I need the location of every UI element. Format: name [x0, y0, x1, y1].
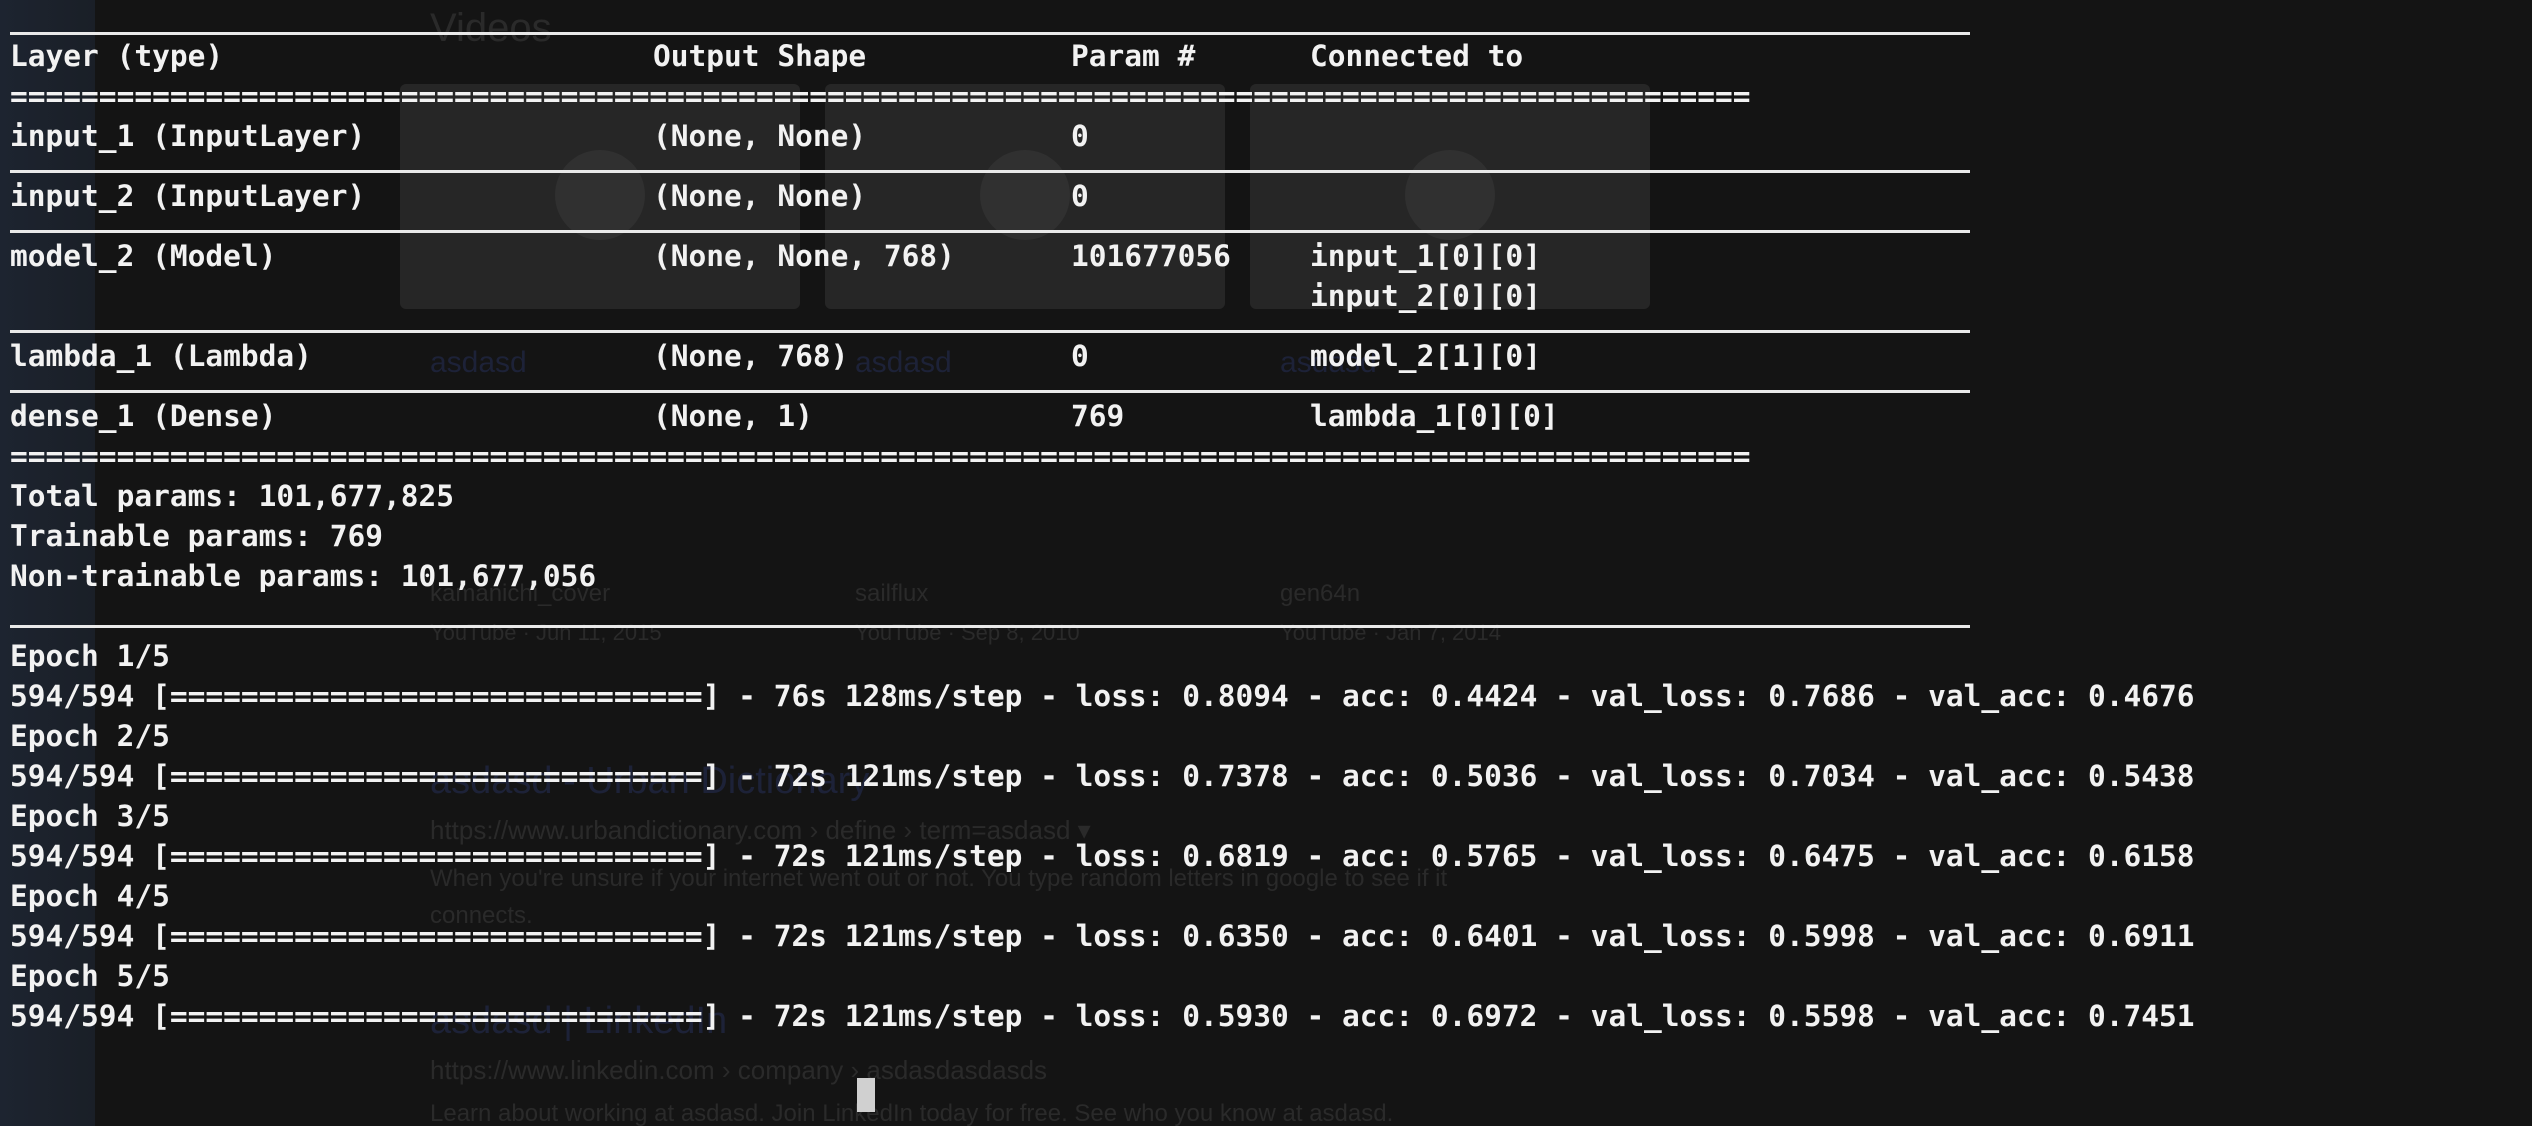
- epoch-header: Epoch 4/5: [10, 879, 170, 913]
- layer-row: input_2 (InputLayer) (None, None) 0: [10, 176, 2532, 216]
- summary-double-rule: ========================================…: [10, 439, 1751, 473]
- layer-params: 769: [1071, 399, 1125, 433]
- layer-output-shape: (None, None, 768): [653, 239, 955, 273]
- layer-output-shape: (None, None): [653, 179, 867, 213]
- layer-name: model_2 (Model): [10, 239, 277, 273]
- layer-connected-to: input_1[0][0]: [1310, 239, 1541, 273]
- layer-name: input_1 (InputLayer): [10, 119, 366, 153]
- epoch-progress: 594/594 [==============================]…: [10, 839, 2195, 873]
- total-params: Total params: 101,677,825: [10, 479, 455, 513]
- summary-top-border-line: [10, 0, 2532, 36]
- terminal-window[interactable]: Videos asdasd asdasd asdasd kamanichi_co…: [0, 0, 2532, 1126]
- layer-connected-to: model_2[1][0]: [1310, 339, 1541, 373]
- trainable-params: Trainable params: 769: [10, 519, 383, 553]
- layer-connected-to: input_2[0][0]: [1310, 279, 1541, 313]
- epoch-progress: 594/594 [==============================]…: [10, 679, 2195, 713]
- text-cursor: [856, 1078, 875, 1112]
- layer-output-shape: (None, 768): [653, 339, 849, 373]
- layer-row-continuation: input_2[0][0]: [10, 276, 2532, 316]
- summary-bottom-border-line: [10, 596, 2532, 636]
- row-separator: [10, 170, 1970, 173]
- epoch-header: Epoch 5/5: [10, 959, 170, 993]
- epoch-progress: 594/594 [==============================]…: [10, 919, 2195, 953]
- row-separator: [10, 390, 1970, 393]
- header-connected-to: Connected to: [1310, 39, 1524, 73]
- layer-name: dense_1 (Dense): [10, 399, 277, 433]
- terminal-output: Layer (type) Output Shape Param # Connec…: [0, 0, 2532, 1112]
- epoch-progress: 594/594 [==============================]…: [10, 999, 2195, 1033]
- layer-output-shape: (None, 1): [653, 399, 813, 433]
- layer-params: 0: [1071, 179, 1089, 213]
- epoch-header: Epoch 1/5: [10, 639, 170, 673]
- prompt-line[interactable]: [10, 1036, 2532, 1112]
- epoch-header: Epoch 3/5: [10, 799, 170, 833]
- layer-row: model_2 (Model) (None, None, 768) 101677…: [10, 236, 2532, 276]
- layer-name: input_2 (InputLayer): [10, 179, 366, 213]
- layer-name: lambda_1 (Lambda): [10, 339, 312, 373]
- layer-output-shape: (None, None): [653, 119, 867, 153]
- header-param-count: Param #: [1071, 39, 1196, 73]
- row-separator: [10, 330, 1970, 333]
- summary-bottom-border: [10, 625, 1970, 628]
- non-trainable-params: Non-trainable params: 101,677,056: [10, 559, 597, 593]
- layer-params: 0: [1071, 339, 1089, 373]
- layer-row: dense_1 (Dense) (None, 1) 769 lambda_1[0…: [10, 396, 2532, 436]
- row-separator: [10, 230, 1970, 233]
- layer-row: input_1 (InputLayer) (None, None) 0: [10, 116, 2532, 156]
- layer-connected-to: lambda_1[0][0]: [1310, 399, 1559, 433]
- summary-top-border: [10, 32, 1970, 35]
- header-layer-type: Layer (type): [10, 39, 224, 73]
- header-output-shape: Output Shape: [653, 39, 867, 73]
- layer-row: lambda_1 (Lambda) (None, 768) 0 model_2[…: [10, 336, 2532, 376]
- epoch-header: Epoch 2/5: [10, 719, 170, 753]
- layer-params: 101677056: [1071, 239, 1231, 273]
- summary-header-row: Layer (type) Output Shape Param # Connec…: [10, 36, 2532, 76]
- summary-double-rule: ========================================…: [10, 79, 1751, 113]
- layer-params: 0: [1071, 119, 1089, 153]
- epoch-progress: 594/594 [==============================]…: [10, 759, 2195, 793]
